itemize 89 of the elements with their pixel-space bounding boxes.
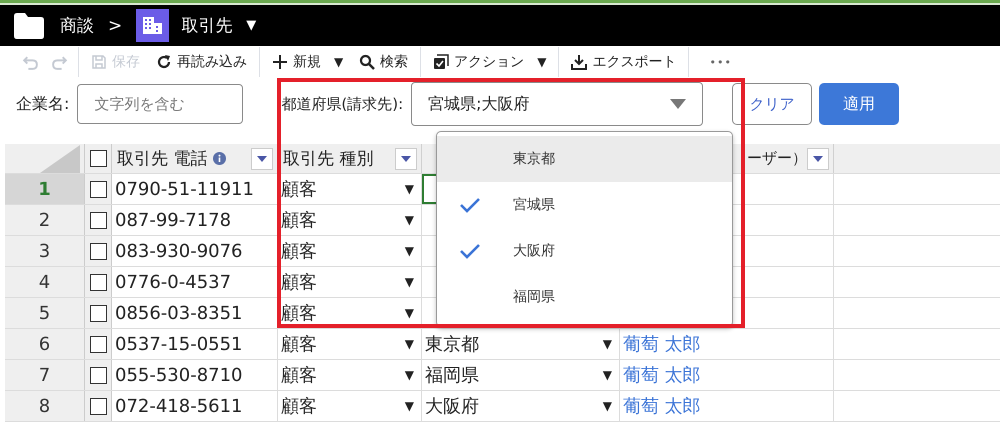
row-number: 5 — [5, 298, 85, 328]
column-header: ーザー） — [747, 149, 807, 168]
checkbox[interactable] — [90, 180, 106, 198]
search-icon — [359, 54, 376, 70]
row-number: 3 — [5, 236, 85, 266]
caret-icon[interactable]: ▼ — [404, 306, 414, 320]
owner-link[interactable]: 葡萄 太郎 — [623, 363, 701, 387]
checkbox-stack-icon — [433, 54, 450, 70]
table-cell-text: 顧客 — [281, 240, 317, 263]
undo-icon — [22, 54, 39, 70]
table-cell-text: 福岡県 — [425, 364, 479, 387]
dropdown-option[interactable]: 東京都 — [437, 136, 732, 182]
clear-button[interactable]: クリア — [732, 83, 812, 125]
caret-icon[interactable]: ▼ — [404, 182, 414, 196]
export-button[interactable]: エクスポート — [563, 47, 684, 77]
caret-icon[interactable]: ▼ — [602, 337, 612, 351]
caret-icon[interactable]: ▼ — [602, 399, 612, 413]
table-cell: 0790-51-11911 — [115, 178, 254, 200]
redo-icon — [51, 54, 68, 70]
checkbox[interactable] — [90, 304, 106, 322]
checkbox[interactable] — [90, 212, 106, 228]
caret-icon[interactable]: ▼ — [246, 18, 256, 33]
reload-button[interactable]: 再読み込み — [148, 47, 255, 77]
caret-icon — [813, 156, 823, 162]
folder-icon — [14, 12, 44, 38]
row-number: 2 — [5, 205, 85, 235]
caret-icon[interactable]: ▼ — [404, 275, 414, 289]
filter-button[interactable] — [807, 148, 829, 170]
company-label: 企業名: — [16, 94, 70, 114]
caret-icon[interactable]: ▼ — [404, 244, 414, 258]
table-cell-text: 顧客 — [281, 364, 317, 387]
table-cell: 072-418-5611 — [115, 396, 243, 416]
owner-link[interactable]: 葡萄 太郎 — [623, 394, 701, 418]
breadcrumb-current: 取引先 — [181, 15, 232, 37]
checkbox[interactable] — [90, 366, 106, 384]
more-button[interactable]: ••• — [693, 47, 748, 77]
company-field[interactable]: 文字列を含む — [77, 84, 244, 124]
table-cell: 083-930-9076 — [115, 240, 243, 262]
apply-button[interactable]: 適用 — [819, 83, 900, 125]
table-cell-text: 顧客 — [281, 302, 317, 325]
row-number: 7 — [5, 360, 85, 390]
breadcrumb-separator: > — [108, 16, 122, 36]
table-cell: 055-530-8710 — [115, 364, 243, 386]
plus-icon — [272, 54, 288, 70]
caret-icon — [401, 156, 411, 162]
table-cell-text: 顧客 — [281, 209, 317, 232]
row-number: 6 — [5, 329, 85, 359]
table-cell: 0856-03-8351 — [115, 302, 243, 324]
column-header: 取引先 種別 — [283, 148, 374, 170]
table-cell-text: 顧客 — [281, 271, 317, 294]
caret-icon[interactable]: ▼ — [404, 213, 414, 227]
caret-icon[interactable]: ▼ — [602, 368, 612, 382]
row-number: 8 — [5, 391, 85, 421]
checkbox[interactable] — [90, 150, 106, 167]
caret-icon[interactable]: ▼ — [404, 337, 414, 351]
caret-icon[interactable]: ▼ — [404, 368, 414, 382]
dropdown-option[interactable]: 大阪府 — [437, 228, 732, 274]
dropdown-option[interactable]: 宮城県 — [437, 182, 732, 228]
checkbox[interactable] — [90, 398, 106, 414]
action-button[interactable]: アクション ▼ — [425, 47, 554, 77]
prefecture-select[interactable]: 宮城県;大阪府 — [411, 82, 704, 126]
table-cell: 0537-15-0551 — [115, 334, 243, 354]
building-icon — [136, 9, 170, 42]
table-cell-text: 大阪府 — [425, 395, 479, 418]
checkbox[interactable] — [90, 336, 106, 352]
row-number: 1 — [5, 174, 85, 204]
table-cell: 0776-0-4537 — [115, 272, 232, 292]
table-cell-text: 顧客 — [281, 178, 317, 201]
prefecture-label: 都道府県(請求先): — [281, 94, 404, 114]
caret-icon — [257, 156, 267, 162]
checkbox[interactable] — [90, 274, 106, 290]
owner-link[interactable]: 葡萄 太郎 — [623, 332, 701, 356]
new-button[interactable]: 新規 ▼ — [264, 47, 352, 77]
filter-button[interactable] — [251, 148, 273, 170]
table-cell-text: 顧客 — [281, 333, 317, 356]
refresh-icon — [156, 54, 172, 70]
table-cell-text: 顧客 — [281, 395, 317, 418]
table-cell: 087-99-7178 — [115, 210, 232, 230]
download-icon — [571, 54, 588, 70]
caret-icon — [670, 99, 686, 109]
search-button[interactable]: 検索 — [351, 47, 416, 77]
breadcrumb-link[interactable]: 商談 — [60, 14, 94, 37]
row-number: 4 — [5, 267, 85, 297]
dropdown-option[interactable]: 福岡県 — [437, 274, 732, 320]
table-cell-text: 東京都 — [425, 333, 479, 356]
filter-button[interactable] — [395, 148, 417, 170]
checkbox[interactable] — [90, 242, 106, 260]
column-header: 取引先 電話 — [117, 148, 208, 170]
caret-icon[interactable]: ▼ — [404, 399, 414, 413]
